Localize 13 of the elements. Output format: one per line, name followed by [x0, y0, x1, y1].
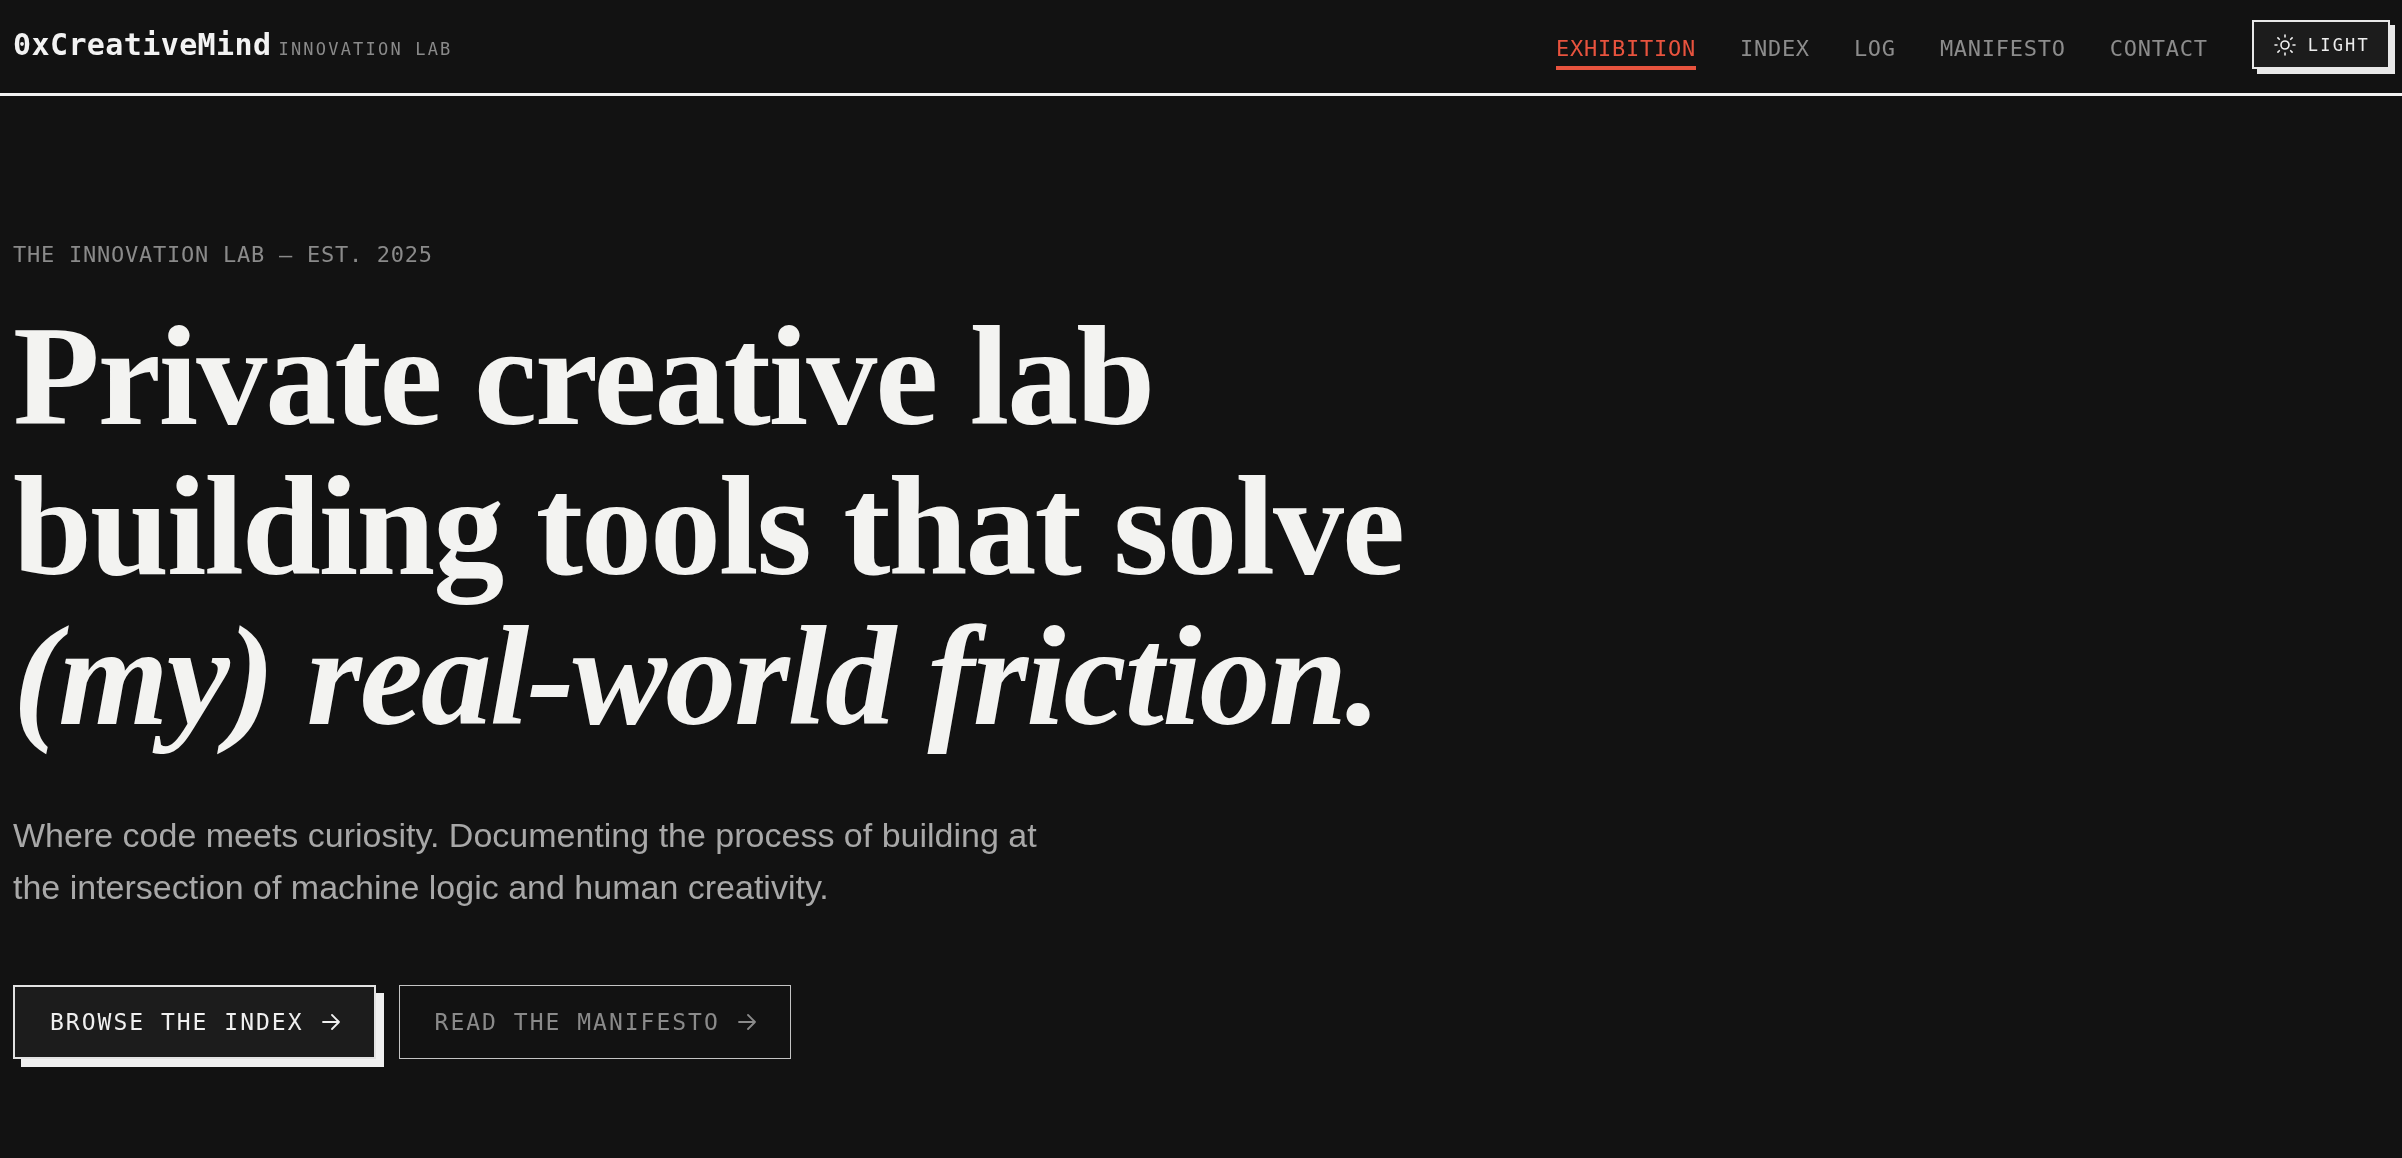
- hero-intro: Where code meets curiosity. Documenting the process of building at the intersection of machine logic and human creativity.: [13, 815, 1038, 908]
- nav-link[interactable]: CONTACT: [2109, 31, 2208, 70]
- nav-link[interactable]: EXHIBITION: [1555, 31, 1696, 70]
- nav-link[interactable]: MANIFESTO: [1939, 31, 2066, 70]
- logo-tagline: INNOVATION LAB: [278, 39, 453, 59]
- nav-link[interactable]: INDEX: [1739, 31, 1810, 70]
- nav-link[interactable]: LOG: [1853, 31, 1896, 70]
- arrow-right-icon: [321, 1014, 340, 1030]
- sun-icon: [2273, 33, 2296, 56]
- manifesto-button[interactable]: READ THE MANIFESTO: [398, 985, 791, 1059]
- arrow-right-icon: [737, 1014, 756, 1030]
- site-logo[interactable]: 0xCreativeMind: [13, 27, 272, 62]
- hero-eyebrow: THE INNOVATION LAB — EST. 2025: [13, 242, 433, 267]
